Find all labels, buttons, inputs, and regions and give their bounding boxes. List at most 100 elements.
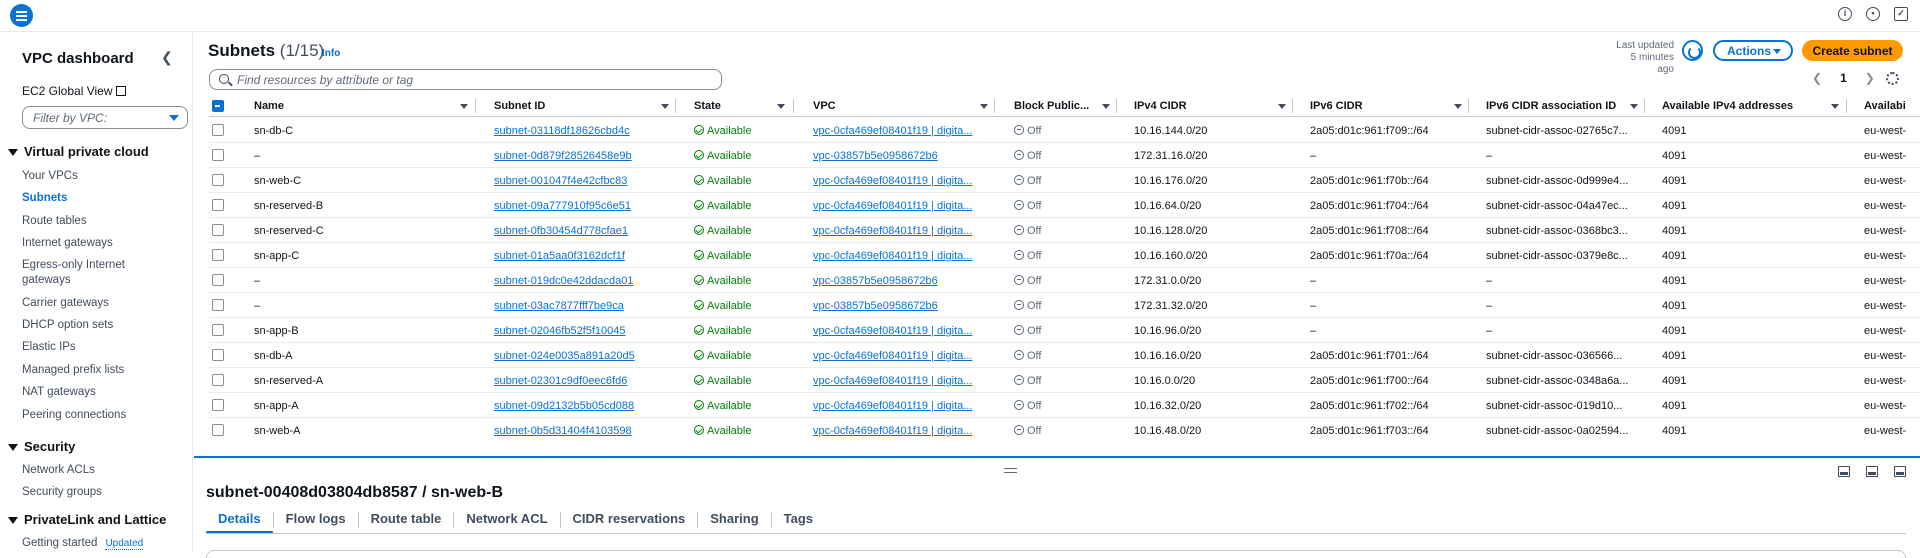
- vpc-link[interactable]: vpc-0cfa469ef08401f19 | digita...: [813, 125, 989, 137]
- table-row[interactable]: sn-db-A subnet-024e0035a891a20d5 Available…: [209, 343, 1920, 368]
- sort-icon[interactable]: [1630, 104, 1638, 109]
- subnet-id-link[interactable]: subnet-03118df18626cbd4c: [494, 125, 664, 137]
- section-virtual-private-cloud[interactable]: Virtual private cloud: [8, 144, 149, 159]
- table-row[interactable]: sn-app-B subnet-02046fb52f5f10045 Availabl…: [209, 318, 1920, 343]
- drag-handle-icon[interactable]: [1004, 468, 1017, 473]
- vpc-link[interactable]: vpc-0cfa469ef08401f19 | digita...: [813, 400, 989, 412]
- tab-flow-logs[interactable]: Flow logs: [274, 508, 358, 532]
- vpc-link[interactable]: vpc-0cfa469ef08401f19 | digita...: [813, 200, 989, 212]
- sidebar-item-peering-connections[interactable]: Peering connections: [22, 408, 172, 423]
- table-row[interactable]: – subnet-0d879f28526458e9b Available vpc-03…: [209, 143, 1920, 168]
- table-row[interactable]: sn-web-A subnet-0b5d31404f4103598 Availabl…: [209, 418, 1920, 439]
- next-page-icon[interactable]: ❯: [1865, 71, 1875, 85]
- sidebar-item-your-vpcs[interactable]: Your VPCs: [22, 169, 172, 184]
- table-row[interactable]: sn-app-C subnet-01a5aa0f3162dcf1f Availabl…: [209, 243, 1920, 268]
- sort-icon[interactable]: [661, 104, 669, 109]
- tab-details[interactable]: Details: [206, 508, 273, 534]
- sidebar-item-nat-gateways[interactable]: NAT gateways: [22, 385, 172, 400]
- table-row[interactable]: sn-web-C subnet-001047f4e42cfbc83 Availabl…: [209, 168, 1920, 193]
- sidebar-item-security-groups[interactable]: Security groups: [22, 485, 172, 500]
- sidebar-item-network-acls[interactable]: Network ACLs: [22, 463, 172, 478]
- sidebar-title[interactable]: VPC dashboard: [22, 50, 134, 67]
- sort-icon[interactable]: [1454, 104, 1462, 109]
- sidebar-item-carrier-gateways[interactable]: Carrier gateways: [22, 296, 172, 311]
- subnet-id-link[interactable]: subnet-09d2132b5b05cd088: [494, 400, 664, 412]
- row-checkbox[interactable]: [212, 299, 224, 311]
- sidebar-item-managed-prefix-lists[interactable]: Managed prefix lists: [22, 363, 172, 378]
- vpc-link[interactable]: vpc-0cfa469ef08401f19 | digita...: [813, 350, 989, 362]
- sidebar-item-elastic-ips[interactable]: Elastic IPs: [22, 340, 172, 355]
- column-header-vpc[interactable]: VPC: [813, 100, 963, 112]
- subnet-id-link[interactable]: subnet-0d879f28526458e9b: [494, 150, 664, 162]
- vpc-link[interactable]: vpc-0cfa469ef08401f19 | digita...: [813, 175, 989, 187]
- sidebar-item-internet-gateways[interactable]: Internet gateways: [22, 236, 172, 251]
- table-row[interactable]: sn-db-C subnet-03118df18626cbd4c Available…: [209, 118, 1920, 143]
- search-input[interactable]: Find resources by attribute or tag: [209, 69, 722, 90]
- table-row[interactable]: sn-reserved-C subnet-0fb30454d778cfae1 Ava…: [209, 218, 1920, 243]
- row-checkbox[interactable]: [212, 149, 224, 161]
- sidebar-item-route-tables[interactable]: Route tables: [22, 214, 172, 229]
- column-header-ipv6-association-id[interactable]: IPv6 CIDR association ID: [1486, 100, 1646, 112]
- column-header-block-public-access[interactable]: Block Public...: [1014, 100, 1094, 112]
- sidebar-item-egress-only-gateways[interactable]: Egress-only Internet gateways: [22, 258, 137, 288]
- row-checkbox[interactable]: [212, 374, 224, 386]
- vpc-link[interactable]: vpc-0cfa469ef08401f19 | digita...: [813, 425, 989, 437]
- subnet-id-link[interactable]: subnet-02301c9df0eec6fd6: [494, 375, 664, 387]
- info-link[interactable]: Info: [322, 48, 340, 59]
- subnet-id-link[interactable]: subnet-03ac7877fff7be9ca: [494, 300, 664, 312]
- subnet-id-link[interactable]: subnet-0b5d31404f4103598: [494, 425, 664, 437]
- sort-icon[interactable]: [777, 104, 785, 109]
- actions-button[interactable]: Actions: [1713, 40, 1793, 61]
- sort-icon[interactable]: [460, 104, 468, 109]
- sort-icon[interactable]: [1102, 104, 1110, 109]
- subnet-id-link[interactable]: subnet-001047f4e42cfbc83: [494, 175, 664, 187]
- page-number[interactable]: 1: [1840, 71, 1847, 85]
- subnet-id-link[interactable]: subnet-01a5aa0f3162dcf1f: [494, 250, 664, 262]
- collapse-sidebar-icon[interactable]: ❮: [161, 49, 173, 66]
- select-all-checkbox[interactable]: [212, 100, 224, 112]
- tab-tags[interactable]: Tags: [772, 508, 825, 532]
- subnet-id-link[interactable]: subnet-02046fb52f5f10045: [494, 325, 664, 337]
- info-icon[interactable]: i: [1838, 7, 1852, 21]
- ec2-global-view-link[interactable]: EC2 Global View: [22, 84, 126, 98]
- vpc-link[interactable]: vpc-0cfa469ef08401f19 | digita...: [813, 250, 989, 262]
- vpc-link[interactable]: vpc-0cfa469ef08401f19 | digita...: [813, 325, 989, 337]
- vpc-link[interactable]: vpc-03857b5e0958672b6: [813, 150, 989, 162]
- column-header-availability-zone[interactable]: Availabi: [1864, 100, 1920, 112]
- column-header-available-ipv4[interactable]: Available IPv4 addresses: [1662, 100, 1832, 112]
- tab-cidr-reservations[interactable]: CIDR reservations: [561, 508, 698, 532]
- subnet-id-link[interactable]: subnet-0fb30454d778cfae1: [494, 225, 664, 237]
- vpc-link[interactable]: vpc-03857b5e0958672b6: [813, 275, 989, 287]
- create-subnet-button[interactable]: Create subnet: [1802, 40, 1903, 61]
- column-header-ipv4-cidr[interactable]: IPv4 CIDR: [1134, 100, 1254, 112]
- row-checkbox[interactable]: [212, 349, 224, 361]
- column-header-name[interactable]: Name: [254, 100, 404, 112]
- menu-icon[interactable]: [10, 4, 33, 27]
- column-header-ipv6-cidr[interactable]: IPv6 CIDR: [1310, 100, 1430, 112]
- subnet-id-link[interactable]: subnet-024e0035a891a20d5: [494, 350, 664, 362]
- row-checkbox[interactable]: [212, 424, 224, 436]
- section-security[interactable]: Security: [8, 439, 75, 454]
- sidebar-item-dhcp-option-sets[interactable]: DHCP option sets: [22, 318, 172, 333]
- sidebar-item-getting-started[interactable]: Getting started Updated: [22, 536, 172, 551]
- tab-route-table[interactable]: Route table: [359, 508, 454, 532]
- table-preferences-gear-icon[interactable]: [1886, 72, 1899, 85]
- vpc-filter-select[interactable]: Filter by VPC:: [22, 106, 188, 129]
- sort-icon[interactable]: [1831, 104, 1839, 109]
- table-row[interactable]: – subnet-019dc0e42ddacda01 Available vpc-03…: [209, 268, 1920, 293]
- feedback-icon[interactable]: ✓: [1894, 7, 1908, 21]
- settings-icon[interactable]: •: [1866, 7, 1880, 21]
- row-checkbox[interactable]: [212, 249, 224, 261]
- section-privatelink-lattice[interactable]: PrivateLink and Lattice: [8, 512, 166, 527]
- row-checkbox[interactable]: [212, 274, 224, 286]
- sidebar-item-subnets[interactable]: Subnets: [22, 191, 172, 206]
- table-row[interactable]: sn-app-A subnet-09d2132b5b05cd088 Availabl…: [209, 393, 1920, 418]
- prev-page-icon[interactable]: ❮: [1812, 71, 1822, 85]
- sort-icon[interactable]: [1278, 104, 1286, 109]
- tab-sharing[interactable]: Sharing: [698, 508, 770, 532]
- sort-icon[interactable]: [980, 104, 988, 109]
- tab-network-acl[interactable]: Network ACL: [454, 508, 559, 532]
- column-header-subnet-id[interactable]: Subnet ID: [494, 100, 644, 112]
- table-row[interactable]: sn-reserved-B subnet-09a777910f95c6e51 Ava…: [209, 193, 1920, 218]
- row-checkbox[interactable]: [212, 124, 224, 136]
